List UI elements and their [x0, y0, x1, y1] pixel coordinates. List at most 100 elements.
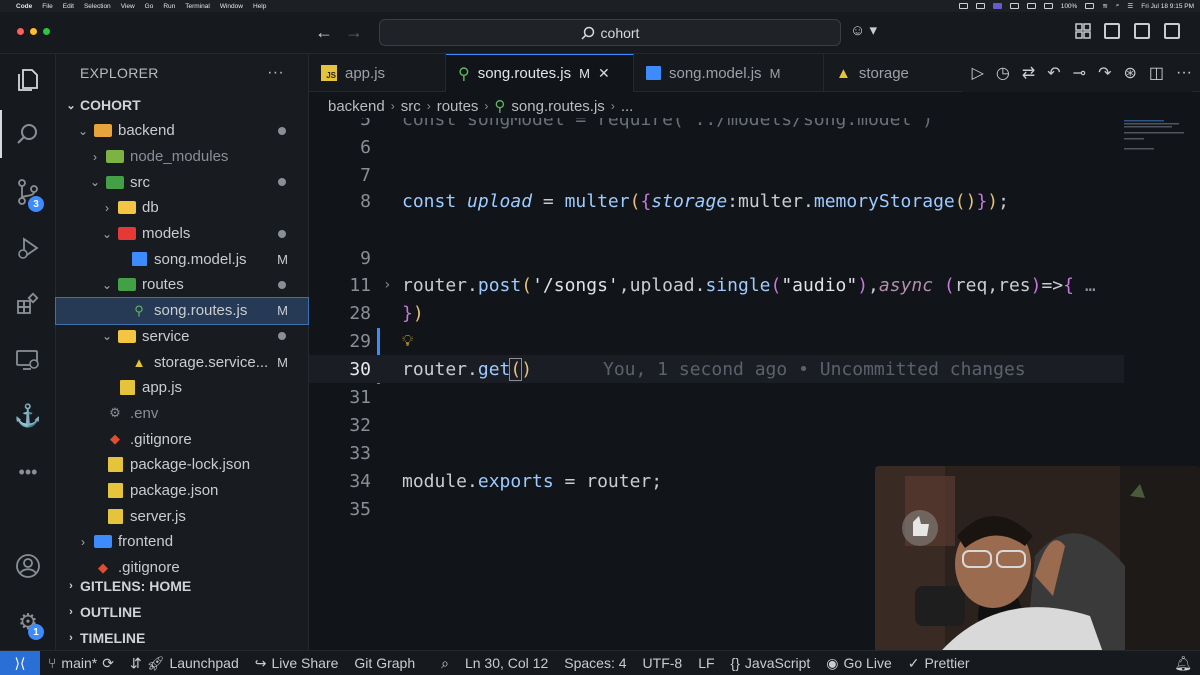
tree-item[interactable]: package.json — [56, 478, 308, 504]
go-back-change-icon[interactable]: ↶ — [1047, 63, 1060, 83]
indentation-status[interactable]: Spaces: 4 — [556, 655, 634, 671]
menu-go[interactable]: Go — [145, 3, 154, 10]
toggle-sidebar-icon[interactable] — [1104, 23, 1120, 39]
more-actions-icon[interactable]: ··· — [267, 64, 284, 82]
breadcrumb-item[interactable]: routes — [437, 98, 479, 115]
menu-app-name[interactable]: Code — [16, 3, 32, 10]
tree-item[interactable]: › db — [56, 195, 308, 221]
control-center-icon[interactable]: ☰ — [1127, 2, 1133, 10]
code-line[interactable]: 9 — [309, 244, 1124, 272]
status-icon[interactable] — [1009, 3, 1019, 9]
minimize-window-button[interactable] — [30, 28, 37, 35]
code-line[interactable]: 29 💡︎ — [309, 327, 1124, 355]
code-line[interactable]: 32 — [309, 411, 1124, 439]
menu-edit[interactable]: Edit — [63, 3, 74, 10]
menu-file[interactable]: File — [42, 3, 52, 10]
tab-app-js[interactable]: JS app.js — [309, 54, 446, 92]
more-actions-icon[interactable]: ··· — [1176, 64, 1192, 82]
menu-window[interactable]: Window — [220, 3, 243, 10]
tree-item[interactable]: app.js — [56, 375, 308, 401]
panel-gitlens-home[interactable]: › GITLENS: HOME — [56, 573, 309, 599]
language-status[interactable]: {} JavaScript — [723, 655, 819, 671]
run-debug-icon[interactable] — [14, 234, 42, 262]
sync-icon[interactable]: ⟳ — [102, 655, 114, 672]
code-line[interactable]: 7 — [309, 161, 1124, 189]
live-share-status[interactable]: ↪ Live Share — [247, 655, 347, 672]
status-icon[interactable] — [1026, 3, 1036, 9]
toggle-panel-icon[interactable] — [1134, 23, 1150, 39]
screen-record-icon[interactable] — [992, 3, 1002, 9]
tree-item[interactable]: › node_modules — [56, 144, 308, 170]
prettier-status[interactable]: ✓ Prettier — [900, 655, 978, 672]
menu-run[interactable]: Run — [163, 3, 175, 10]
tab-song-model-js[interactable]: song.model.js M — [634, 54, 824, 92]
go-live-status[interactable]: ◉ Go Live — [818, 655, 899, 672]
git-graph-status[interactable]: Git Graph — [346, 655, 423, 671]
panel-timeline[interactable]: › TIMELINE — [56, 625, 309, 651]
tree-item[interactable]: ◆ .gitignore — [56, 426, 308, 452]
cursor-position-status[interactable]: Ln 30, Col 12 — [457, 655, 556, 671]
search-icon[interactable]: ⌕ — [1116, 2, 1120, 10]
close-window-button[interactable] — [17, 28, 24, 35]
breadcrumb-item[interactable]: ... — [621, 98, 634, 115]
tree-item[interactable]: package-lock.json — [56, 452, 308, 478]
tree-item[interactable]: server.js — [56, 503, 308, 529]
remote-explorer-icon[interactable] — [14, 346, 42, 374]
more-icon[interactable]: ••• — [14, 458, 42, 486]
encoding-status[interactable]: UTF-8 — [635, 655, 691, 671]
git-lens-icon[interactable]: ⊛ — [1123, 63, 1136, 83]
breadcrumb-item[interactable]: backend — [328, 98, 385, 115]
customize-layout-icon[interactable] — [1075, 23, 1091, 39]
zoom-status[interactable]: ⌕ — [433, 655, 457, 672]
launchpad-status[interactable]: ⇵ 🚀︎ Launchpad — [122, 655, 247, 672]
explorer-icon[interactable] — [14, 66, 42, 94]
code-line[interactable]: 28 }) — [309, 299, 1124, 327]
notifications-status[interactable]: 🔔︎ — [1166, 655, 1200, 672]
menu-help[interactable]: Help — [253, 3, 266, 10]
menu-terminal[interactable]: Terminal — [185, 3, 210, 10]
lightbulb-icon[interactable]: 💡︎ — [402, 331, 413, 351]
code-line[interactable]: 6 — [309, 133, 1124, 161]
command-center-search[interactable]: cohort — [379, 19, 841, 46]
back-arrow-icon[interactable]: ← — [315, 22, 333, 43]
wifi-icon[interactable]: ≋ — [1102, 2, 1107, 10]
code-line[interactable]: 33 — [309, 439, 1124, 467]
code-line[interactable]: 5 const songModel = require('../models/s… — [309, 118, 1124, 133]
breadcrumb-item[interactable]: song.routes.js — [511, 98, 604, 115]
tree-item[interactable]: song.model.js M — [56, 246, 308, 272]
forward-arrow-icon[interactable]: → — [345, 22, 363, 43]
split-editor-icon[interactable]: ◫ — [1149, 63, 1164, 83]
maximize-window-button[interactable] — [43, 28, 50, 35]
tree-item[interactable]: ▲ storage.service... M — [56, 349, 308, 375]
battery-icon[interactable] — [1085, 3, 1095, 9]
fold-chevron-icon[interactable]: › — [383, 277, 391, 293]
tree-item[interactable]: ⌄ routes — [56, 272, 308, 298]
accounts-icon[interactable] — [14, 552, 42, 580]
status-icon[interactable] — [1043, 3, 1053, 9]
code-line[interactable]: 31 — [309, 383, 1124, 411]
code-line-current[interactable]: 30 router.get() You, 1 second ago • Unco… — [309, 355, 1124, 383]
menu-view[interactable]: View — [121, 3, 135, 10]
copilot-icon[interactable]: ☺ ▾ — [850, 21, 877, 39]
remote-indicator-icon[interactable]: ⟩⟨ — [0, 650, 40, 675]
code-line[interactable]: 8 const upload = multer({storage:multer.… — [309, 187, 1124, 215]
anchor-icon[interactable]: ⚓ — [14, 402, 42, 430]
search-icon[interactable] — [14, 120, 42, 148]
breadcrumb-item[interactable]: src — [401, 98, 421, 115]
tree-item[interactable]: ⌄ backend — [56, 118, 308, 144]
extensions-icon[interactable] — [14, 290, 42, 318]
status-icon[interactable] — [975, 3, 985, 9]
tree-item[interactable]: ⌄ models — [56, 221, 308, 247]
code-line[interactable]: 11 › router.post('/songs',upload.single(… — [309, 271, 1124, 299]
status-icon[interactable] — [958, 3, 968, 9]
tree-item[interactable]: › frontend — [56, 529, 308, 555]
close-icon[interactable]: ✕ — [598, 65, 610, 82]
history-icon[interactable]: ◷ — [996, 63, 1010, 83]
tree-item[interactable]: ⚲ song.routes.js M — [55, 296, 309, 325]
compare-icon[interactable]: ⇄ — [1022, 63, 1035, 83]
tree-item[interactable]: ⚙ .env — [56, 401, 308, 427]
toggle-secondary-sidebar-icon[interactable] — [1164, 23, 1180, 39]
minimap[interactable] — [1122, 118, 1194, 168]
tree-item[interactable]: ⌄ src — [56, 169, 308, 195]
panel-outline[interactable]: › OUTLINE — [56, 599, 309, 625]
